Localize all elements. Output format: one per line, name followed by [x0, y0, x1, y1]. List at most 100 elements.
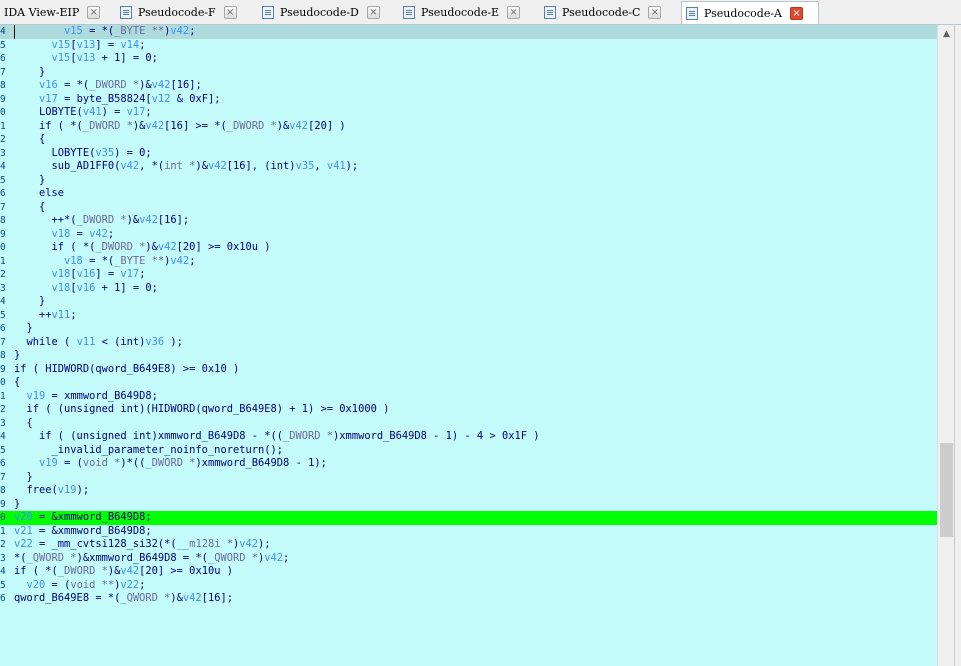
tab-ida-view-eip[interactable]: IDA View-EIP × — [0, 2, 112, 22]
code-text: if ( HIDWORD(qword_B649E8) >= 0x10 ) — [14, 362, 240, 375]
code-line[interactable]: 6 v15[v13 + 1] = 0; — [0, 52, 937, 66]
code-line[interactable]: 5 v20 = (void **)v22; — [0, 579, 937, 593]
code-line[interactable]: 2 { — [0, 133, 937, 147]
code-text: } — [14, 173, 46, 186]
line-number: 5 — [0, 174, 6, 186]
code-line[interactable]: 0{ — [0, 376, 937, 390]
line-number: 6 — [0, 323, 6, 334]
code-line[interactable]: 8 ++*(_DWORD *)&v42[16]; — [0, 214, 937, 228]
code-line[interactable]: 5 v15[v13] = v14; — [0, 39, 937, 53]
code-line[interactable]: 6 else — [0, 187, 937, 201]
code-line[interactable]: 6 qword_B649E8 = *(_QWORD *)&v42[16]; — [0, 592, 937, 606]
code-text: { — [14, 200, 46, 213]
code-line[interactable]: 8 v16 = *(_DWORD *)&v42[16]; — [0, 79, 937, 93]
code-line[interactable]: 9 v18 = v42; — [0, 228, 937, 242]
vertical-scrollbar[interactable]: ▲ — [937, 25, 955, 666]
code-line[interactable]: 4 } — [0, 295, 937, 309]
code-text: v15 = *(_BYTE **)v42; — [64, 25, 196, 37]
tab-pseudocode-c[interactable]: Pseudocode-C × — [540, 2, 678, 22]
code-line[interactable]: 2 v18[v16] = v17; — [0, 268, 937, 282]
pseudocode-editor[interactable]: 4 v15 = *(_BYTE **)v42; 5 v15[v13] = v14;… — [0, 25, 937, 666]
code-text: v18[v16] = v17; — [51, 268, 146, 280]
close-icon[interactable]: × — [507, 5, 521, 19]
code-line[interactable]: 4 if ( *(_DWORD *)&v42[20] >= 0x10u ) — [0, 565, 937, 579]
code-line[interactable]: 2 v22 = _mm_cvtsi128_si32(*(__m128i *)v42… — [0, 538, 937, 552]
code-line[interactable]: 3 *(_QWORD *)&xmmword_B649D8 = *(_QWORD *… — [0, 552, 937, 566]
code-text: v16 = *(_DWORD *)&v42[16]; — [39, 79, 202, 91]
code-line[interactable]: 3 LOBYTE(v35) = 0; — [0, 147, 937, 161]
code-text: _invalid_parameter_noinfo_noreturn(); — [14, 443, 283, 456]
code-line[interactable]: 0 if ( *(_DWORD *)&v42[20] >= 0x10u ) — [0, 241, 937, 255]
code-line[interactable]: 4 if ( (unsigned int)xmmword_B649D8 - *(… — [0, 430, 937, 444]
close-icon[interactable]: × — [790, 6, 804, 20]
line-number: 3 — [0, 552, 6, 564]
code-line[interactable]: 8} — [0, 349, 937, 363]
code-line[interactable]: 6 } — [0, 322, 937, 336]
code-text: *(_QWORD *)&xmmword_B649D8 = *(_QWORD *)… — [14, 551, 290, 564]
close-icon[interactable]: × — [366, 5, 380, 19]
code-line[interactable]: 9 v17 = byte_B58824[v12 & 0xF]; — [0, 93, 937, 107]
code-line[interactable]: 1 v19 = xmmword_B649D8; — [0, 390, 937, 404]
code-line[interactable]: 0 LOBYTE(v41) = v17; — [0, 106, 937, 120]
code-text: if ( (unsigned int)(HIDWORD(qword_B649E8… — [14, 403, 390, 415]
code-line[interactable]: 2 if ( (unsigned int)(HIDWORD(qword_B649… — [0, 403, 937, 417]
line-number: 3 — [0, 417, 6, 429]
tab-label: Pseudocode-E — [421, 5, 500, 19]
tab-pseudocode-e[interactable]: Pseudocode-E × — [399, 2, 537, 22]
code-line[interactable]: 7 { — [0, 201, 937, 215]
close-icon[interactable]: × — [648, 5, 662, 19]
tab-pseudocode-a[interactable]: Pseudocode-A × — [681, 1, 819, 24]
code-text: ++v11; — [14, 308, 77, 321]
code-line[interactable]: 1 v18 = *(_BYTE **)v42; — [0, 255, 937, 269]
code-text: v19 = (void *)*((_DWORD *)xmmword_B649D8… — [39, 457, 327, 469]
code-line[interactable]: 1 if ( *(_DWORD *)&v42[16] >= *(_DWORD *… — [0, 120, 937, 134]
code-line[interactable]: 5 } — [0, 174, 937, 188]
code-line[interactable]: 6 v19 = (void *)*((_DWORD *)xmmword_B649… — [0, 457, 937, 471]
code-line[interactable]: 7 } — [0, 471, 937, 485]
line-number: 5 — [0, 579, 6, 591]
code-line[interactable]: 9} — [0, 498, 937, 512]
line-number: 2 — [0, 404, 6, 415]
line-number: 8 — [0, 80, 6, 91]
scroll-up-arrow-icon[interactable]: ▲ — [938, 25, 955, 42]
line-number: 6 — [0, 593, 6, 604]
tab-pseudocode-d[interactable]: Pseudocode-D × — [258, 2, 396, 22]
scroll-thumb[interactable] — [940, 443, 953, 537]
code-line[interactable]: 7 } — [0, 66, 937, 80]
close-icon[interactable]: × — [223, 5, 237, 19]
code-line[interactable]: 4 sub_AD1FF0(v42, *(int *)&v42[16], (int… — [0, 160, 937, 174]
tab-pseudocode-f[interactable]: Pseudocode-F × — [116, 2, 254, 22]
code-text: free(v19); — [14, 484, 90, 496]
line-number: 0 — [0, 107, 6, 118]
code-line[interactable]: 5 ++v11; — [0, 309, 937, 323]
line-number: 5 — [0, 444, 6, 456]
code-line[interactable]: 1 v21 = &xmmword_B649D8; — [0, 525, 937, 539]
code-text: if ( *(_DWORD *)&v42[16] >= *(_DWORD *)&… — [14, 119, 346, 132]
document-icon — [403, 5, 415, 19]
line-number: 1 — [0, 390, 6, 402]
code-line[interactable]: 5 _invalid_parameter_noinfo_noreturn(); — [0, 444, 937, 458]
code-line[interactable]: 7 while ( v11 < (int)v36 ); — [0, 336, 937, 350]
line-number: 9 — [0, 363, 6, 375]
line-number: 9 — [0, 93, 6, 105]
code-text: v18 = v42; — [51, 227, 115, 240]
close-icon[interactable]: × — [87, 5, 101, 19]
highlighted-code-line[interactable]: 0 v20 = &xmmword_B649D8; — [0, 511, 937, 525]
code-line[interactable]: 3 v18[v16 + 1] = 0; — [0, 282, 937, 296]
line-number: 7 — [0, 471, 6, 483]
code-text: { — [14, 133, 46, 145]
code-line[interactable]: 9 if ( HIDWORD(qword_B649E8) >= 0x10 ) — [0, 363, 937, 377]
tab-label: IDA View-EIP — [4, 5, 80, 19]
tab-bar: IDA View-EIP × Pseudocode-F × Pseudocode… — [0, 0, 961, 25]
document-icon — [544, 5, 556, 19]
code-text: if ( *(_DWORD *)&v42[20] >= 0x10u ) — [14, 241, 271, 253]
code-line[interactable]: 3 { — [0, 417, 937, 431]
current-code-line[interactable]: 4 v15 = *(_BYTE **)v42; — [0, 25, 937, 39]
code-text: v22 = _mm_cvtsi128_si32(*(__m128i *)v42)… — [14, 538, 271, 550]
code-text: } — [14, 349, 21, 361]
code-line[interactable]: 8 free(v19); — [0, 484, 937, 498]
code-text: qword_B649E8 = *(_QWORD *)&v42[16]; — [14, 592, 233, 604]
code-text: } — [14, 470, 33, 483]
code-text: else — [14, 187, 65, 199]
code-text: v20 = &xmmword_B649D8; — [14, 511, 152, 523]
